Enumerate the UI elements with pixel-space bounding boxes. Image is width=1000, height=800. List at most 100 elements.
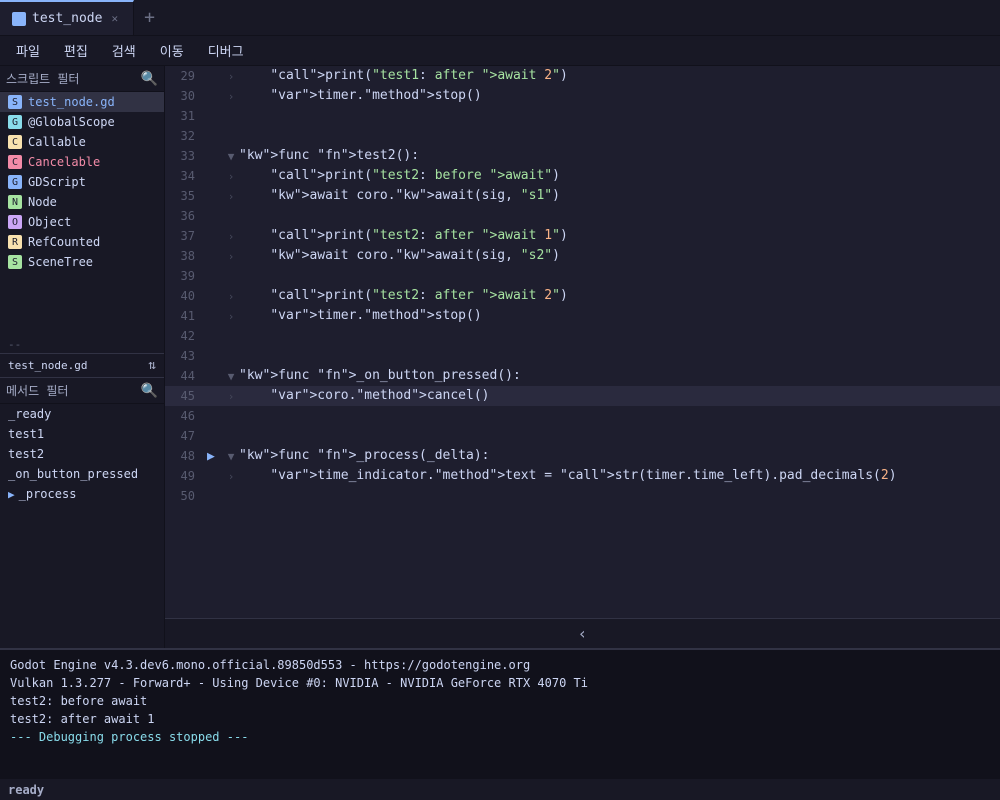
method-item-test1[interactable]: test1 <box>0 424 164 444</box>
fold-indicator[interactable]: › <box>223 170 239 183</box>
menu-search[interactable]: 검색 <box>102 37 146 64</box>
fold-indicator[interactable]: › <box>223 310 239 323</box>
breakpoint-area[interactable]: ▶ <box>207 449 223 464</box>
line-number: 39 <box>169 269 207 283</box>
tab-test-node[interactable]: test_node ✕ <box>0 0 134 35</box>
class-icon: S <box>8 255 22 269</box>
sidebar-item-label: @GlobalScope <box>28 115 115 129</box>
method-filter-search-icon[interactable]: 🔍 <box>141 383 158 399</box>
output-line: test2: after await 1 <box>10 710 990 728</box>
code-line-33: 33▼"kw">func "fn">test2(): <box>165 146 1000 166</box>
fold-indicator[interactable]: › <box>223 290 239 303</box>
sidebar-item-cancelable[interactable]: C Cancelable <box>0 152 164 172</box>
line-number: 29 <box>169 69 207 83</box>
line-number: 37 <box>169 229 207 243</box>
fold-indicator[interactable]: › <box>223 390 239 403</box>
fold-indicator[interactable]: › <box>223 250 239 263</box>
scroll-left-button[interactable]: ‹ <box>165 618 1000 648</box>
fold-indicator[interactable]: › <box>223 90 239 103</box>
sidebar-item-callable[interactable]: C Callable <box>0 132 164 152</box>
tab-label: test_node <box>32 11 102 26</box>
fold-indicator[interactable]: › <box>223 230 239 243</box>
line-number: 45 <box>169 389 207 403</box>
code-text: "call">print("test2: after ">await 1") <box>239 226 996 246</box>
code-line-34: 34› "call">print("test2: before ">await"… <box>165 166 1000 186</box>
method-label: _process <box>19 487 77 501</box>
line-number: 30 <box>169 89 207 103</box>
line-number: 47 <box>169 429 207 443</box>
sidebar-item-gdscript[interactable]: G GDScript <box>0 172 164 192</box>
code-container[interactable]: 29› "call">print("test1: after ">await 2… <box>165 66 1000 618</box>
current-method-arrow: ▶ <box>8 488 15 501</box>
code-line-45: 45 › "var">coro."method">cancel() <box>165 386 1000 406</box>
status-ready-label: ready <box>8 783 44 797</box>
code-text: "var">timer."method">stop() <box>239 306 996 326</box>
fold-indicator[interactable]: ▼ <box>223 370 239 383</box>
new-tab-button[interactable]: + <box>134 0 165 35</box>
code-line-50: 50 <box>165 486 1000 506</box>
code-line-35: 35› "kw">await coro."kw">await(sig, "s1"… <box>165 186 1000 206</box>
output-line: --- Debugging process stopped --- <box>10 728 990 746</box>
class-icon: N <box>8 195 22 209</box>
sidebar-sort-icon[interactable]: ⇅ <box>148 358 156 373</box>
sidebar-item-label: Cancelable <box>28 155 100 169</box>
fold-indicator[interactable]: ▼ <box>223 450 239 463</box>
line-number: 41 <box>169 309 207 323</box>
sidebar-item-refcounted[interactable]: R RefCounted <box>0 232 164 252</box>
global-icon: G <box>8 115 22 129</box>
method-label: test1 <box>8 427 44 441</box>
line-number: 48 <box>169 449 207 463</box>
line-number: 44 <box>169 369 207 383</box>
method-item-ready[interactable]: _ready <box>0 404 164 424</box>
menu-debug[interactable]: 디버그 <box>198 37 254 64</box>
sidebar-item-label: GDScript <box>28 175 86 189</box>
code-text: "var">timer."method">stop() <box>239 86 996 106</box>
code-text: "kw">func "fn">test2(): <box>239 146 996 166</box>
class-icon: C <box>8 155 22 169</box>
sidebar-item-object[interactable]: O Object <box>0 212 164 232</box>
code-text: "var">coro."method">cancel() <box>239 386 996 406</box>
code-text: "kw">await coro."kw">await(sig, "s2") <box>239 246 996 266</box>
line-number: 32 <box>169 129 207 143</box>
sidebar-item-globalscope[interactable]: G @GlobalScope <box>0 112 164 132</box>
sidebar-item-scenetree[interactable]: S SceneTree <box>0 252 164 272</box>
sidebar-item-test-node-gd[interactable]: S test_node.gd <box>0 92 164 112</box>
sidebar-item-label: RefCounted <box>28 235 100 249</box>
output-line: Godot Engine v4.3.dev6.mono.official.898… <box>10 656 990 674</box>
menu-file[interactable]: 파일 <box>6 37 50 64</box>
fold-indicator[interactable]: › <box>223 470 239 483</box>
tab-bar: test_node ✕ + <box>0 0 1000 36</box>
method-label: _ready <box>8 407 51 421</box>
code-line-48: 48▶▼"kw">func "fn">_process(_delta): <box>165 446 1000 466</box>
class-icon: G <box>8 175 22 189</box>
fold-indicator[interactable]: ▼ <box>223 150 239 163</box>
line-number: 38 <box>169 249 207 263</box>
method-item-test2[interactable]: test2 <box>0 444 164 464</box>
code-line-43: 43 <box>165 346 1000 366</box>
line-number: 40 <box>169 289 207 303</box>
method-item-process[interactable]: ▶ _process <box>0 484 164 504</box>
sidebar-item-label: test_node.gd <box>28 95 115 109</box>
sidebar-filename-bar: test_node.gd ⇅ <box>0 353 164 378</box>
code-text: "kw">func "fn">_process(_delta): <box>239 446 996 466</box>
menu-bar: 파일 편집 검색 이동 디버그 <box>0 36 1000 66</box>
fold-indicator[interactable]: › <box>223 70 239 83</box>
script-filter-bar: 스크립트 필터 🔍 <box>0 66 164 92</box>
script-filter-search-icon[interactable]: 🔍 <box>141 71 158 87</box>
class-icon: C <box>8 135 22 149</box>
tab-close-button[interactable]: ✕ <box>108 10 121 27</box>
line-number: 35 <box>169 189 207 203</box>
method-item-on-button-pressed[interactable]: _on_button_pressed <box>0 464 164 484</box>
menu-goto[interactable]: 이동 <box>150 37 194 64</box>
output-panel: Godot Engine v4.3.dev6.mono.official.898… <box>0 648 1000 778</box>
code-line-38: 38 › "kw">await coro."kw">await(sig, "s2"… <box>165 246 1000 266</box>
method-filter-bar: 메서드 필터 🔍 <box>0 378 164 404</box>
code-line-31: 31 <box>165 106 1000 126</box>
tab-icon <box>12 12 26 26</box>
code-line-49: 49› "var">time_indicator."method">text =… <box>165 466 1000 486</box>
method-list: _ready test1 test2 _on_button_pressed ▶ … <box>0 404 164 648</box>
fold-indicator[interactable]: › <box>223 190 239 203</box>
menu-edit[interactable]: 편집 <box>54 37 98 64</box>
line-number: 46 <box>169 409 207 423</box>
sidebar-item-node[interactable]: N Node <box>0 192 164 212</box>
